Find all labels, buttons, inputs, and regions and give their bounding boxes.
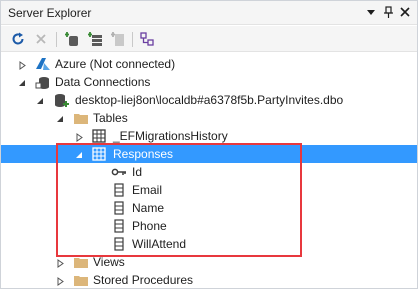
tree-item-label: Phone (132, 219, 167, 233)
tree-item-tables[interactable]: Tables (1, 109, 417, 127)
connect-to-database-icon[interactable] (64, 31, 80, 47)
data-connections-icon (35, 74, 51, 90)
table-icon (91, 146, 107, 162)
folder-icon (73, 254, 89, 270)
tree-item-ef-migrations-history[interactable]: _EFMigrationsHistory (1, 127, 417, 145)
tree-item-azure[interactable]: Azure (Not connected) (1, 55, 417, 73)
expand-arrow-icon[interactable] (56, 275, 65, 286)
tree-item-label: Azure (Not connected) (55, 57, 176, 71)
window-title: Server Explorer (8, 6, 92, 20)
tree-item-connection[interactable]: desktop-liej8on\localdb#a6378f5b.PartyIn… (1, 91, 417, 109)
pin-icon[interactable] (380, 4, 396, 20)
database-connection-icon (53, 92, 69, 108)
server-explorer-window: Server Explorer Azure (Not connected) Da… (0, 0, 418, 289)
folder-icon (73, 272, 89, 288)
expand-arrow-icon[interactable] (75, 131, 84, 142)
column-icon (111, 200, 127, 216)
tree-item-label: _EFMigrationsHistory (113, 129, 228, 143)
connect-to-server-icon[interactable] (87, 31, 103, 47)
column-icon (111, 182, 127, 198)
tree-item-column[interactable]: WillAttend (1, 235, 417, 253)
tree-item-label: Views (93, 255, 125, 269)
collapse-arrow-icon[interactable] (18, 77, 27, 86)
stop-icon[interactable] (33, 31, 49, 47)
refresh-icon[interactable] (10, 31, 26, 47)
tree-item-column[interactable]: Email (1, 181, 417, 199)
window-position-dropdown-icon[interactable] (363, 4, 379, 20)
tree-item-label: Responses (113, 147, 174, 161)
tree-item-data-connections[interactable]: Data Connections (1, 73, 417, 91)
column-icon (111, 218, 127, 234)
tree-item-views[interactable]: Views (1, 253, 417, 271)
filter-icon[interactable] (139, 31, 155, 47)
tree-item-label: Stored Procedures (93, 273, 194, 287)
tree-item-label: WillAttend (132, 237, 187, 251)
tree-item-column[interactable]: Name (1, 199, 417, 217)
connect-to-sharepoint-icon[interactable] (110, 31, 126, 47)
server-explorer-tree: Azure (Not connected) Data Connections d… (1, 53, 417, 289)
collapse-arrow-icon[interactable] (75, 149, 84, 158)
tree-item-label: Data Connections (55, 75, 151, 89)
tree-item-responses[interactable]: Responses (1, 145, 417, 163)
folder-icon (73, 110, 89, 126)
table-icon (91, 128, 107, 144)
tree-item-label: Id (132, 165, 143, 179)
tree-item-column[interactable]: Phone (1, 217, 417, 235)
collapse-arrow-icon[interactable] (56, 113, 65, 122)
title-bar: Server Explorer (1, 1, 417, 25)
expand-arrow-icon[interactable] (56, 257, 65, 268)
column-icon (111, 236, 127, 252)
close-icon[interactable] (397, 4, 413, 20)
tree-item-column[interactable]: Id (1, 163, 417, 181)
expand-arrow-icon[interactable] (18, 59, 27, 70)
key-icon (111, 164, 127, 180)
toolbar-separator (132, 32, 133, 47)
toolbar (1, 26, 417, 52)
tree-item-label: Email (132, 183, 163, 197)
tree-item-label: Tables (93, 111, 128, 125)
tree-item-stored-procedures[interactable]: Stored Procedures (1, 271, 417, 289)
tree-item-label: Name (132, 201, 165, 215)
tree-item-label: desktop-liej8on\localdb#a6378f5b.PartyIn… (75, 93, 344, 107)
collapse-arrow-icon[interactable] (36, 95, 45, 104)
toolbar-separator (56, 32, 57, 47)
azure-icon (35, 56, 51, 72)
